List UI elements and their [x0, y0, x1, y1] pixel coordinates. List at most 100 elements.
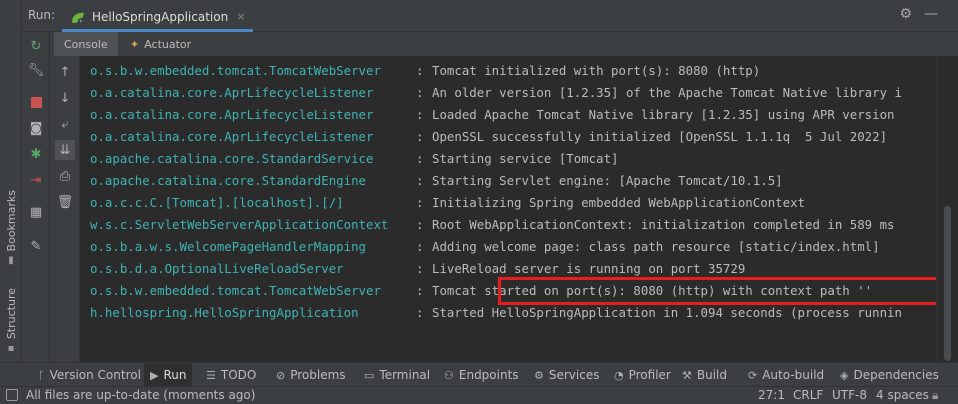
log-logger: o.s.b.a.w.s.WelcomePageHandlerMapping [90, 239, 367, 254]
minimize-icon[interactable]: — [924, 6, 938, 22]
indent-setting[interactable]: 4 spaces [876, 388, 929, 402]
run-icon: ▶ [150, 368, 159, 382]
sub-tab-bar: Console ✦ Actuator [50, 32, 958, 56]
tool-window-label: Endpoints [458, 368, 519, 382]
scroll-up-icon[interactable]: ↑ [55, 62, 75, 82]
log-logger: w.s.c.ServletWebServerApplicationContext [90, 217, 389, 232]
tool-window-profiler[interactable]: ◔ Profiler [608, 363, 677, 387]
line-separator[interactable]: CRLF [793, 388, 823, 402]
log-separator: : [416, 305, 424, 320]
log-logger: o.s.b.w.embedded.tomcat.TomcatWebServer [90, 63, 381, 78]
tab-console-label: Console [64, 37, 108, 51]
log-message: Started HelloSpringApplication in 1.094 … [432, 305, 902, 320]
close-icon[interactable]: × [236, 10, 245, 23]
log-message: Starting Servlet engine: [Apache Tomcat/… [432, 173, 783, 188]
log-logger: h.hellospring.HelloSpringApplication [90, 305, 359, 320]
console-output[interactable]: o.s.b.w.embedded.tomcat.TomcatWebServer:… [80, 56, 936, 362]
scrollbar-thumb[interactable] [944, 206, 951, 361]
stop-icon[interactable] [26, 92, 46, 112]
auto-build-icon: ⟳ [748, 368, 758, 382]
log-logger: o.apache.catalina.core.StandardService [90, 151, 374, 166]
tool-window-label: Profiler [628, 368, 671, 382]
log-logger: o.a.catalina.core.AprLifecycleListener [90, 107, 374, 122]
trash-icon[interactable]: 🗑︎ [55, 192, 75, 212]
layout-icon[interactable]: ▦ [26, 202, 46, 222]
console-toolbar: ↑ ↓ ⤶ ⇊ ⎙ 🗑︎ [50, 56, 80, 362]
tool-window-terminal[interactable]: ▭ Terminal [358, 363, 436, 387]
tab-console[interactable]: Console [54, 32, 118, 56]
tool-window-label: Auto-build [762, 368, 825, 382]
tool-window-build[interactable]: ⚒ Build [676, 363, 733, 387]
tool-window-problems[interactable]: ⊘ Problems [270, 363, 352, 387]
log-message: Tomcat started on port(s): 8080 (http) w… [432, 283, 873, 298]
tool-window-label: Problems [290, 368, 346, 382]
log-separator: : [416, 239, 424, 254]
spring-boot-icon [70, 10, 86, 24]
log-logger: o.a.c.c.C.[Tomcat].[localhost].[/] [90, 195, 344, 210]
build-icon: ⚒ [682, 368, 692, 382]
tool-window-dependencies[interactable]: ◈ Dependencies [834, 363, 945, 387]
endpoints-icon: ⚇ [444, 368, 454, 382]
file-encoding[interactable]: UTF-8 [832, 388, 867, 402]
version-control-icon: ᚴ [38, 368, 45, 382]
tab-actuator[interactable]: ✦ Actuator [120, 32, 201, 56]
debug-bug-icon[interactable]: ✱ [26, 144, 46, 164]
log-separator: : [416, 107, 424, 122]
log-separator: : [416, 283, 424, 298]
log-message: Loaded Apache Tomcat Native library [1.2… [432, 107, 895, 122]
log-logger: o.s.b.w.embedded.tomcat.TomcatWebServer [90, 283, 381, 298]
camera-icon[interactable]: ◙ [26, 118, 46, 138]
actuator-icon: ✦ [130, 37, 140, 51]
run-config-tab[interactable]: HelloSpringApplication × [62, 4, 254, 32]
profiler-icon: ◔ [614, 368, 624, 382]
problems-icon: ⊘ [276, 368, 286, 382]
status-message[interactable]: All files are up-to-date (moments ago) [26, 388, 255, 402]
exit-icon[interactable]: ⇥ [26, 170, 46, 190]
services-icon: ⚙ [534, 368, 544, 382]
structure-icon: ▪ [7, 343, 15, 355]
tool-window-label: Terminal [379, 368, 431, 382]
log-separator: : [416, 195, 424, 210]
rerun-icon[interactable]: ↻ [26, 36, 46, 56]
console-scrollbar[interactable] [936, 56, 958, 362]
log-logger: o.a.catalina.core.AprLifecycleListener [90, 85, 374, 100]
gear-icon[interactable]: ⚙ [899, 6, 912, 22]
soft-wrap-icon[interactable]: ⤶ [55, 114, 75, 134]
tool-window-endpoints[interactable]: ⚇ Endpoints [438, 363, 525, 387]
log-message: Tomcat initialized with port(s): 8080 (h… [432, 63, 761, 78]
tool-window-label: TODO [220, 368, 257, 382]
tool-window-run[interactable]: ▶ Run [144, 363, 193, 387]
todo-icon: ☰ [206, 368, 216, 382]
log-separator: : [416, 63, 424, 78]
pin-icon[interactable]: ✎ [26, 236, 46, 256]
wrench-icon[interactable]: 🔧︎ [26, 60, 46, 80]
scroll-down-icon[interactable]: ↓ [55, 88, 75, 108]
lock-icon[interactable]: 🔒︎ [932, 388, 938, 403]
tool-window-version-control[interactable]: ᚴ Version Control [32, 363, 147, 387]
tool-window-bar: ᚴ Version Control ▶ Run ☰ TODO ⊘ Problems ▭ Termi… [0, 362, 958, 387]
scroll-to-end-icon[interactable]: ⇊ [55, 140, 75, 160]
dependencies-icon: ◈ [840, 368, 849, 382]
log-separator: : [416, 129, 424, 144]
structure-tab[interactable]: Structure ▪ [0, 288, 22, 354]
tool-window-todo[interactable]: ☰ TODO [200, 363, 262, 387]
bookmarks-tab[interactable]: Bookmarks ▮ [0, 190, 22, 266]
status-icon[interactable] [6, 389, 18, 401]
run-label: Run: [28, 8, 56, 22]
log-message: Initializing Spring embedded WebApplicat… [432, 195, 805, 210]
run-title-bar: Run: HelloSpringApplication × ⚙ — [22, 0, 958, 32]
log-logger: o.s.b.d.a.OptionalLiveReloadServer [90, 261, 344, 276]
tool-window-auto-build[interactable]: ⟳ Auto-build [742, 363, 830, 387]
tool-window-label: Dependencies [853, 368, 939, 382]
tool-window-services[interactable]: ⚙ Services [528, 363, 605, 387]
log-separator: : [416, 261, 424, 276]
cursor-position[interactable]: 27:1 [758, 388, 785, 402]
log-logger: o.a.catalina.core.AprLifecycleListener [90, 129, 374, 144]
log-logger: o.apache.catalina.core.StandardEngine [90, 173, 367, 188]
tool-window-label: Build [696, 368, 727, 382]
log-separator: : [416, 173, 424, 188]
bookmarks-label: Bookmarks [4, 190, 18, 252]
print-icon[interactable]: ⎙ [55, 166, 75, 186]
run-tab-label: HelloSpringApplication [92, 9, 229, 24]
tab-actuator-label: Actuator [144, 37, 192, 51]
